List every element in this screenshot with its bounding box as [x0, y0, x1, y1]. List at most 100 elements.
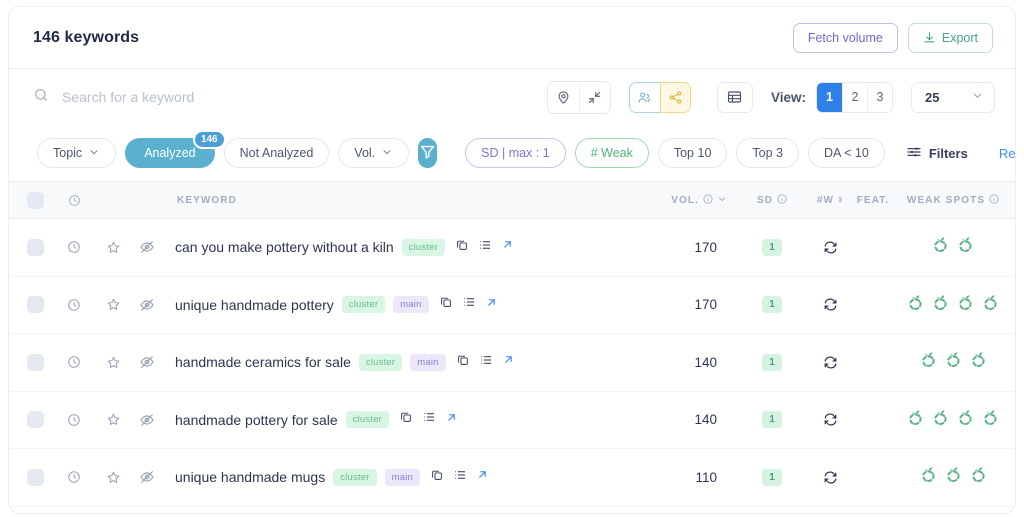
eye-off-icon[interactable] [129, 412, 165, 428]
refresh-icon[interactable] [805, 297, 855, 312]
weak-spot-icon[interactable] [969, 349, 988, 375]
weak-spot-icon[interactable] [919, 464, 938, 490]
list-icon[interactable] [478, 238, 492, 257]
search-input[interactable] [62, 89, 382, 105]
keyword-text[interactable]: handmade ceramics for sale [175, 354, 351, 370]
eye-off-icon[interactable] [129, 297, 165, 313]
refresh-icon[interactable] [805, 470, 855, 485]
external-link-icon[interactable] [476, 468, 489, 486]
weak-spot-icon[interactable] [931, 292, 950, 318]
list-icon[interactable] [453, 468, 467, 487]
copy-icon[interactable] [399, 410, 413, 429]
external-link-icon[interactable] [485, 296, 498, 314]
tag-cluster[interactable]: cluster [345, 411, 390, 429]
weak-spot-icon[interactable] [944, 464, 963, 490]
weak-spot-icon[interactable] [956, 407, 975, 433]
tag-main[interactable]: main [410, 353, 446, 371]
eye-off-icon[interactable] [129, 354, 165, 370]
clock-icon[interactable] [51, 355, 97, 369]
external-link-icon[interactable] [502, 353, 515, 371]
filter-analyzed[interactable]: Analyzed 146 [125, 130, 226, 168]
filter-da[interactable]: DA < 10 [807, 138, 885, 168]
export-button[interactable]: Export [907, 22, 993, 53]
filter-sd-max[interactable]: SD | max : 1 [465, 138, 566, 168]
collapse-icon[interactable] [578, 81, 610, 113]
filters-button[interactable]: Filters [906, 144, 968, 163]
row-checkbox[interactable] [26, 238, 44, 256]
tag-cluster[interactable]: cluster [358, 353, 403, 371]
keyword-text[interactable]: handmade pottery for sale [175, 412, 338, 428]
column-header-w[interactable]: #W 3 [805, 195, 855, 206]
copy-icon[interactable] [439, 295, 453, 314]
weak-spot-icon[interactable] [944, 349, 963, 375]
list-icon[interactable] [479, 353, 493, 372]
column-header-sd[interactable]: SD [739, 193, 805, 207]
keyword-text[interactable]: unique handmade pottery [175, 297, 334, 313]
star-icon[interactable] [97, 297, 129, 312]
filter-topic[interactable]: Topic [37, 138, 117, 168]
refresh-icon[interactable] [805, 240, 855, 255]
tag-cluster[interactable]: cluster [333, 468, 377, 486]
star-icon[interactable] [97, 355, 129, 370]
weak-spot-icon[interactable] [906, 292, 925, 318]
tag-main[interactable]: main [384, 468, 421, 486]
filter-vol[interactable]: Vol. [338, 138, 410, 168]
refresh-icon[interactable] [805, 355, 855, 370]
column-header-vol[interactable]: VOL. [647, 193, 739, 207]
table-row[interactable]: handmade pottery for sale cluster 140 1 [9, 392, 1015, 449]
view-option-2[interactable]: 2 [842, 82, 867, 112]
refresh-icon[interactable] [805, 412, 855, 427]
filter-top3[interactable]: Top 3 [736, 138, 799, 168]
table-row[interactable]: unique handmade mugs cluster main 110 1 [9, 449, 1015, 507]
eye-off-icon[interactable] [129, 469, 165, 485]
tag-main[interactable]: main [393, 296, 429, 314]
filter-not-analyzed[interactable]: Not Analyzed [223, 138, 330, 168]
star-icon[interactable] [97, 240, 129, 255]
star-icon[interactable] [97, 470, 129, 485]
clock-icon[interactable] [51, 298, 97, 312]
table-row[interactable]: handmade ceramics for sale cluster main 140… [9, 334, 1015, 392]
view-option-1[interactable]: 1 [817, 82, 842, 112]
view-option-3[interactable]: 3 [867, 82, 892, 112]
weak-spot-icon[interactable] [919, 349, 938, 375]
filter-top10[interactable]: Top 10 [657, 138, 728, 168]
location-pin-icon[interactable] [547, 81, 579, 113]
external-link-icon[interactable] [445, 411, 458, 429]
clock-icon[interactable] [51, 413, 97, 427]
weak-spot-icon[interactable] [981, 407, 1000, 433]
copy-icon[interactable] [456, 353, 470, 372]
select-all-checkbox[interactable] [26, 191, 44, 209]
weak-spot-icon[interactable] [906, 407, 925, 433]
row-checkbox[interactable] [26, 468, 44, 486]
row-checkbox[interactable] [26, 411, 44, 429]
weak-spot-icon[interactable] [956, 234, 975, 260]
star-icon[interactable] [97, 412, 129, 427]
external-link-icon[interactable] [501, 238, 514, 256]
reset-button[interactable]: Reset [999, 146, 1015, 161]
weak-spot-icon[interactable] [956, 292, 975, 318]
clock-icon[interactable] [51, 240, 97, 254]
list-icon[interactable] [462, 295, 476, 314]
per-page-select[interactable]: 25 [911, 81, 995, 113]
weak-spot-icon[interactable] [931, 234, 950, 260]
weak-spot-icon[interactable] [969, 464, 988, 490]
list-icon[interactable] [422, 410, 436, 429]
fetch-volume-button[interactable]: Fetch volume [792, 22, 898, 53]
eye-off-icon[interactable] [129, 239, 165, 255]
column-header-weak-spots[interactable]: WEAK SPOTS [891, 193, 1015, 207]
copy-icon[interactable] [430, 468, 444, 487]
weak-spot-icon[interactable] [981, 292, 1000, 318]
weak-spot-icon[interactable] [931, 407, 950, 433]
keyword-text[interactable]: can you make pottery without a kiln [175, 239, 394, 255]
clock-icon[interactable] [51, 470, 97, 484]
column-header-keyword[interactable]: KEYWORD [97, 195, 647, 206]
row-checkbox[interactable] [26, 296, 44, 314]
share-icon[interactable] [659, 81, 691, 113]
table-row[interactable]: unique handmade pottery cluster main 170 1 [9, 277, 1015, 334]
filter-funnel-button[interactable] [418, 138, 438, 168]
keyword-text[interactable]: unique handmade mugs [175, 469, 325, 485]
copy-icon[interactable] [455, 238, 469, 257]
column-header-feat[interactable]: FEAT. [855, 195, 891, 206]
table-row[interactable]: can you make pottery without a kiln clust… [9, 219, 1015, 277]
row-checkbox[interactable] [26, 353, 44, 371]
